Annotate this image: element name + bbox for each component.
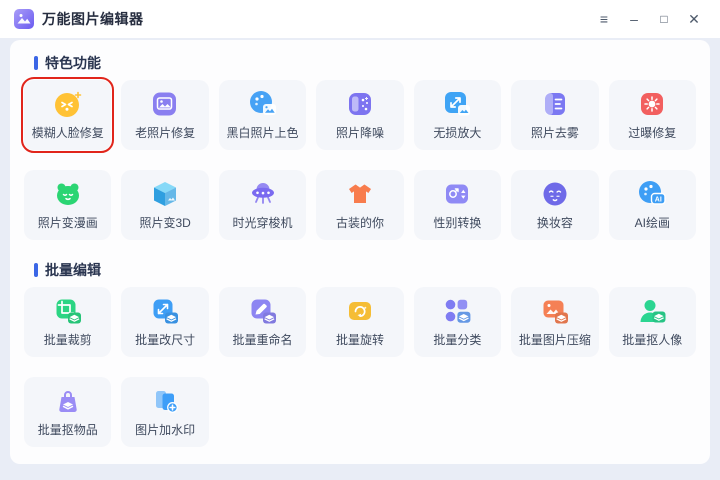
card-label: 批量改尺寸 [135, 333, 196, 347]
card-label: 批量旋转 [335, 333, 384, 347]
card-denoise[interactable]: 照片降噪 [316, 80, 404, 150]
card-rotate[interactable]: 批量旋转 [316, 287, 404, 357]
denoise-icon [345, 89, 375, 119]
app-title: 万能图片编辑器 [42, 11, 144, 27]
card-colorize[interactable]: 黑白照片上色 [218, 80, 307, 150]
card-label: 照片去雾 [530, 126, 579, 140]
card-gender-swap[interactable]: 性别转换 [413, 170, 502, 240]
costume-icon [345, 179, 375, 209]
rotate-icon [345, 296, 375, 326]
gender-swap-icon [442, 179, 472, 209]
svg-text:AI: AI [655, 196, 662, 203]
overexposure-icon [637, 89, 667, 119]
card-compress[interactable]: 批量图片压缩 [511, 287, 599, 357]
minimize-icon[interactable]: – [622, 7, 646, 31]
cartoon-icon [53, 179, 83, 209]
card-crop[interactable]: 批量裁剪 [24, 287, 112, 357]
card-label: 换妆容 [536, 216, 573, 230]
card-watermark[interactable]: 图片加水印 [121, 377, 209, 447]
card-label: 批量重命名 [232, 333, 293, 347]
portrait-cutout-icon [637, 296, 667, 326]
card-label: 批量抠人像 [622, 333, 683, 347]
menu-icon[interactable]: ≡ [592, 7, 616, 31]
card-cartoon[interactable]: 照片变漫画 [24, 170, 112, 240]
card-label: 过曝修复 [628, 126, 677, 140]
section-header: 批量编辑 [34, 262, 696, 278]
makeup-icon [540, 179, 570, 209]
card-enlarge[interactable]: 无损放大 [413, 80, 502, 150]
photo-3d-icon [150, 179, 180, 209]
card-old-photo[interactable]: 老照片修复 [121, 80, 209, 150]
card-label: 批量分类 [433, 333, 482, 347]
card-label: 老照片修复 [135, 126, 196, 140]
card-time-machine[interactable]: 时光穿梭机 [218, 170, 307, 240]
card-rename[interactable]: 批量重命名 [218, 287, 307, 357]
close-icon[interactable]: ✕ [682, 7, 706, 31]
section-title: 批量编辑 [45, 262, 101, 278]
card-grid: 模糊人脸修复 老照片修复 黑白照片上色 照片降噪 无损放大 照片去雾 过曝修复照片变漫画 照片… [20, 77, 696, 240]
card-overexposure[interactable]: 过曝修复 [608, 80, 696, 150]
card-label: 批量抠物品 [37, 423, 98, 437]
card-label: 模糊人脸修复 [31, 126, 104, 140]
compress-icon [540, 296, 570, 326]
resize-icon [150, 296, 180, 326]
rename-icon [248, 296, 278, 326]
card-label: AI绘画 [634, 216, 670, 230]
watermark-icon [150, 386, 180, 416]
enlarge-icon [442, 89, 472, 119]
card-portrait-cutout[interactable]: 批量抠人像 [608, 287, 696, 357]
card-label: 性别转换 [433, 216, 482, 230]
card-makeup[interactable]: 换妆容 [511, 170, 599, 240]
card-label: 照片降噪 [335, 126, 384, 140]
classify-icon [442, 296, 472, 326]
colorize-icon [248, 89, 278, 119]
card-dehaze[interactable]: 照片去雾 [511, 80, 599, 150]
card-label: 图片加水印 [135, 423, 196, 437]
card-label: 无损放大 [433, 126, 482, 140]
card-label: 批量裁剪 [43, 333, 92, 347]
card-costume[interactable]: 古装的你 [316, 170, 404, 240]
card-label: 古装的你 [335, 216, 384, 230]
card-label: 时光穿梭机 [232, 216, 293, 230]
dehaze-icon [540, 89, 570, 119]
main-panel: 特色功能模糊人脸修复 老照片修复 黑白照片上色 照片降噪 无损放大 照片去雾 过曝修复照片变… [10, 40, 710, 464]
card-ai-paint[interactable]: AI AI绘画 [608, 170, 696, 240]
card-object-cutout[interactable]: 批量抠物品 [24, 377, 112, 447]
section-title: 特色功能 [45, 55, 101, 71]
titlebar: 万能图片编辑器 ≡ – □ ✕ [0, 0, 720, 38]
section-marker-bar [34, 56, 38, 70]
ai-paint-icon: AI [637, 179, 667, 209]
card-photo-3d[interactable]: 照片变3D [121, 170, 209, 240]
section-marker-bar [34, 263, 38, 277]
card-label: 照片变3D [139, 216, 191, 230]
section-header: 特色功能 [34, 55, 696, 71]
object-cutout-icon [53, 386, 83, 416]
window-controls: ≡ – □ ✕ [592, 7, 706, 31]
card-label: 批量图片压缩 [518, 333, 591, 347]
card-resize[interactable]: 批量改尺寸 [121, 287, 209, 357]
card-label: 黑白照片上色 [226, 126, 299, 140]
card-blur-face[interactable]: 模糊人脸修复 [20, 77, 115, 153]
blur-face-icon [53, 89, 83, 119]
maximize-icon[interactable]: □ [652, 7, 676, 31]
app-logo-icon [14, 9, 34, 29]
time-machine-icon [248, 179, 278, 209]
old-photo-icon [150, 89, 180, 119]
crop-icon [53, 296, 83, 326]
card-grid: 批量裁剪 批量改尺寸 批量重命名 批量旋转 批量分类 批量图片压缩 批量抠人像批量抠物品 图片… [24, 287, 696, 447]
card-classify[interactable]: 批量分类 [413, 287, 502, 357]
card-label: 照片变漫画 [37, 216, 98, 230]
